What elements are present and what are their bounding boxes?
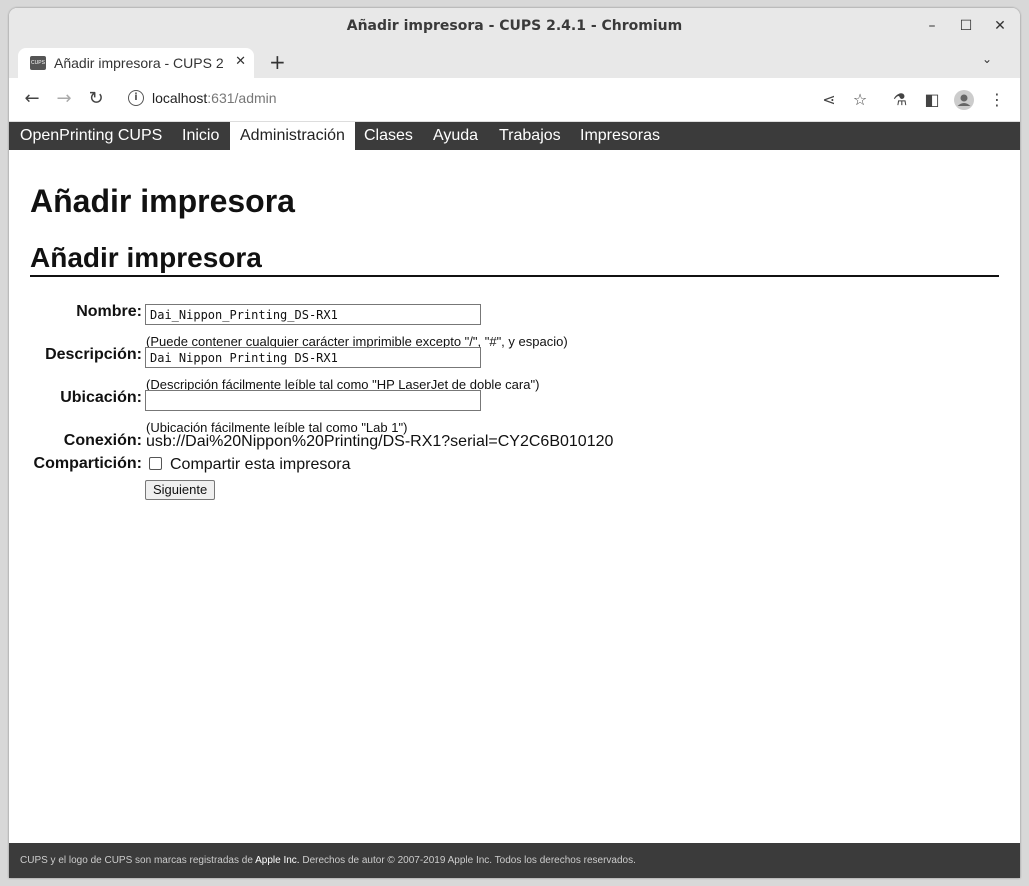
forward-icon[interactable]: → <box>52 88 76 109</box>
description-field[interactable] <box>145 347 481 368</box>
tab-search-chevron-icon[interactable]: ⌄ <box>982 52 992 66</box>
menu-kebab-icon[interactable]: ⋮ <box>987 90 1007 109</box>
tab-label: Añadir impresora - CUPS 2.4.1 <box>54 55 224 71</box>
page-footer: CUPS y el logo de CUPS son marcas regist… <box>9 843 1020 878</box>
nav-trabajos[interactable]: Trabajos <box>489 122 571 150</box>
connection-uri: usb://Dai%20Nippon%20Printing/DS-RX1?ser… <box>146 433 614 450</box>
next-button[interactable]: Siguiente <box>145 480 216 500</box>
location-label: Ubicación: <box>60 389 142 406</box>
connection-label: Conexión: <box>63 432 142 449</box>
name-field[interactable] <box>145 304 481 325</box>
address-url[interactable]: localhost:631/admin <box>152 90 277 106</box>
back-icon[interactable]: ← <box>20 88 44 109</box>
nav-inicio[interactable]: Inicio <box>172 122 229 150</box>
bookmark-star-icon[interactable]: ☆ <box>850 90 870 109</box>
page-title: Añadir impresora <box>30 183 295 219</box>
browser-tab[interactable]: CUPS Añadir impresora - CUPS 2.4.1 ✕ <box>18 48 254 78</box>
share-printer-checkbox[interactable] <box>149 457 162 470</box>
footer-text-before: CUPS y el logo de CUPS son marcas regist… <box>20 855 256 866</box>
nav-ayuda[interactable]: Ayuda <box>423 122 488 150</box>
footer-text-after: Derechos de autor © 2007-2019 Apple Inc.… <box>299 855 636 866</box>
cups-favicon-icon: CUPS <box>30 56 46 70</box>
sharing-label: Compartición: <box>33 455 142 472</box>
nav-clases[interactable]: Clases <box>354 122 423 150</box>
location-field[interactable] <box>145 390 481 411</box>
tab-strip: CUPS Añadir impresora - CUPS 2.4.1 ✕ + ⌄ <box>9 44 1020 78</box>
title-bar: Añadir impresora - CUPS 2.4.1 - Chromium… <box>9 8 1020 44</box>
side-panel-icon[interactable]: ◧ <box>922 90 942 109</box>
minimize-icon[interactable]: – <box>922 16 942 36</box>
nav-administracion[interactable]: Administración <box>230 122 355 150</box>
nav-openprinting-cups[interactable]: OpenPrinting CUPS <box>10 122 172 150</box>
site-info-icon[interactable]: i <box>128 90 144 106</box>
cups-nav-bar: OpenPrinting CUPS Inicio Administración … <box>9 122 1020 150</box>
share-icon[interactable]: ⋖ <box>819 90 839 109</box>
window-title: Añadir impresora - CUPS 2.4.1 - Chromium <box>346 18 683 34</box>
page-content: Añadir impresora Añadir impresora Nombre… <box>9 150 1020 843</box>
url-path: :631/admin <box>207 90 277 106</box>
address-bar[interactable]: i localhost:631/admin <box>120 84 880 114</box>
section-divider <box>30 275 999 277</box>
browser-toolbar: ← → ↻ i localhost:631/admin ⋖ ☆ ⚗ ◧ ⋮ <box>9 78 1020 122</box>
nav-impresoras[interactable]: Impresoras <box>570 122 670 150</box>
new-tab-icon[interactable]: + <box>269 50 286 74</box>
browser-window: Añadir impresora - CUPS 2.4.1 - Chromium… <box>9 8 1020 878</box>
reload-icon[interactable]: ↻ <box>84 88 108 109</box>
url-host: localhost <box>152 90 208 106</box>
tab-close-icon[interactable]: ✕ <box>235 54 246 69</box>
description-label: Descripción: <box>45 346 142 363</box>
footer-company-link[interactable]: Apple Inc. <box>255 855 299 866</box>
share-printer-checkbox-label[interactable]: Compartir esta impresora <box>170 456 351 474</box>
maximize-icon[interactable]: ☐ <box>956 16 976 36</box>
close-icon[interactable]: ✕ <box>990 16 1010 36</box>
profile-avatar-icon[interactable] <box>954 90 974 114</box>
name-label: Nombre: <box>76 303 142 320</box>
section-title: Añadir impresora <box>30 242 262 273</box>
extension-flask-icon[interactable]: ⚗ <box>890 90 910 109</box>
